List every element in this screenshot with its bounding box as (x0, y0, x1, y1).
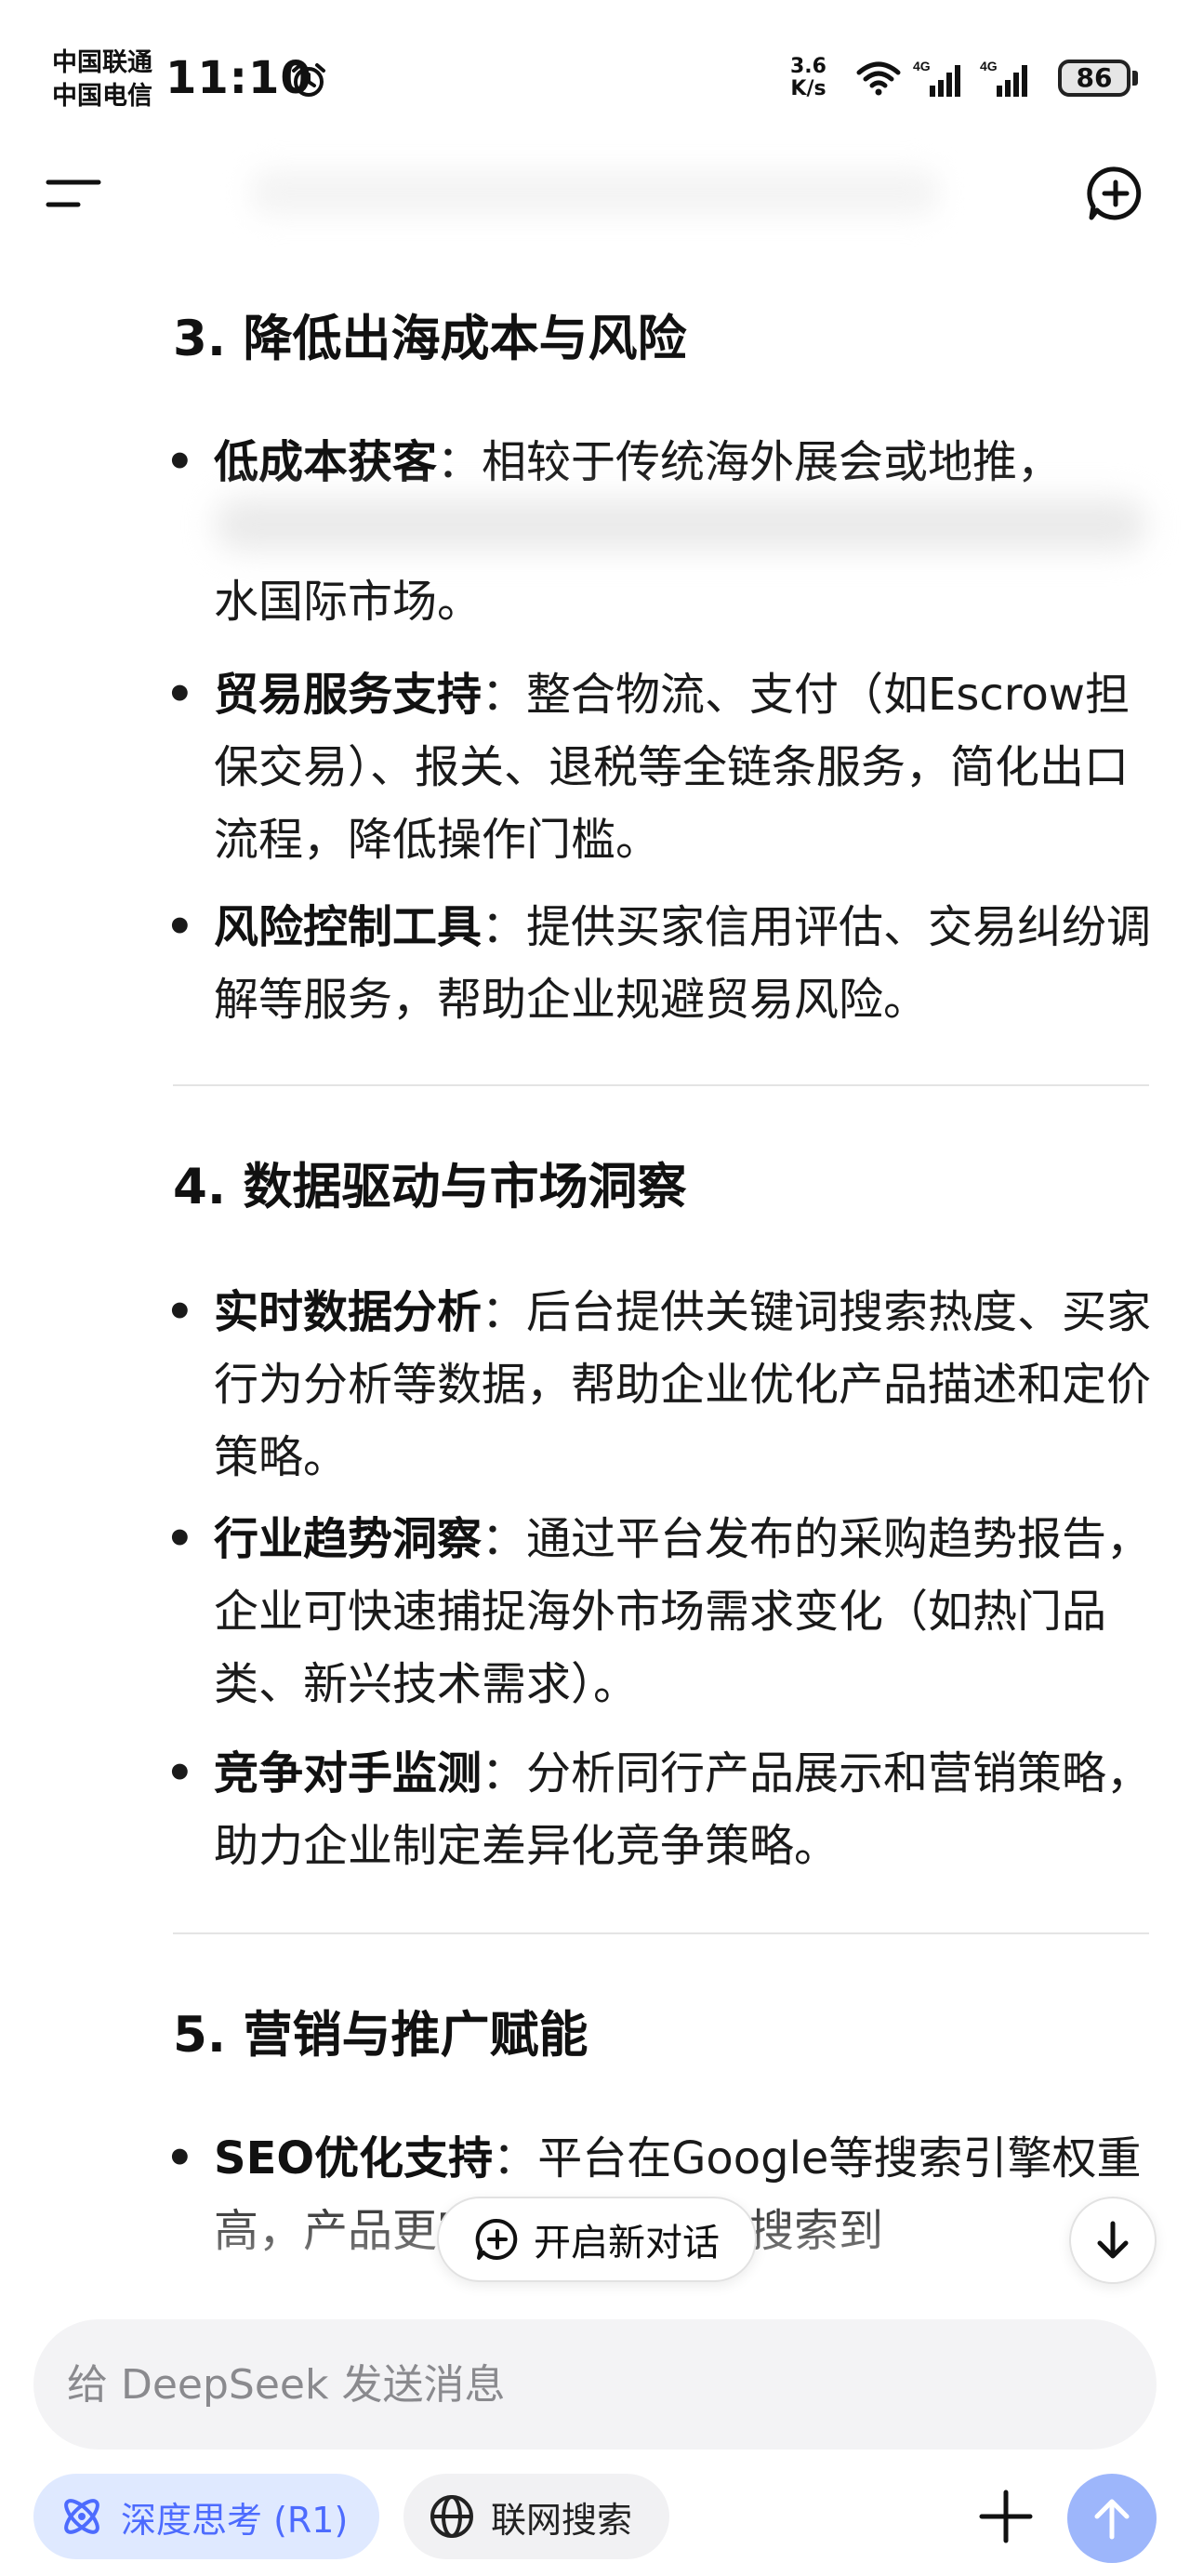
signal-icon: 4G (913, 59, 960, 97)
section-heading: 3. 降低出海成本与风险 (173, 311, 687, 367)
signal-2-label: 4G (980, 59, 998, 73)
blurred-text (216, 498, 1145, 551)
web-search-toggle[interactable]: 联网搜索 (403, 2474, 669, 2559)
list-item: • 行业趋势洞察：通过平台发布的采购趋势报告，企业可快速捕捉海外市场需求变化（如… (165, 1513, 1152, 1710)
list-item: • 实时数据分析：后台提供关键词搜索热度、买家行为分析等数据，帮助企业优化产品描… (165, 1286, 1152, 1483)
atom-icon (64, 2499, 99, 2534)
battery-indicator: 86 (1058, 60, 1130, 97)
message-input[interactable] (67, 2360, 1157, 2409)
list-item: • 贸易服务支持：整合物流、支付（如Escrow担保交易）、报关、退税等全链条服… (165, 669, 1130, 866)
arrow-down-icon (1097, 2221, 1129, 2259)
divider (173, 1932, 1149, 1934)
wifi-icon (856, 61, 901, 96)
battery-tip (1132, 71, 1138, 86)
menu-icon[interactable] (45, 173, 102, 214)
list-item: • 低成本获客：相较于传统海外展会或地推， (165, 436, 1063, 488)
signal-icon: 4G (980, 59, 1027, 97)
divider (173, 1084, 1149, 1086)
deep-think-toggle[interactable]: 深度思考 (R1) (33, 2474, 379, 2559)
deep-think-label: 深度思考 (R1) (121, 2499, 349, 2541)
carrier-names: 中国联通 中国电信 (52, 46, 152, 113)
net-speed: 3.6 K/s (790, 55, 826, 100)
new-chat-label: 开启新对话 (534, 2222, 720, 2264)
web-search-label: 联网搜索 (491, 2499, 633, 2541)
attach-button[interactable] (969, 2479, 1043, 2554)
blurred-title (251, 169, 939, 216)
new-chat-button[interactable]: 开启新对话 (437, 2197, 757, 2282)
list-item: • 竞争对手监测：分析同行产品展示和营销策略，助力企业制定差异化竞争策略。 (165, 1747, 1152, 1872)
new-chat-icon (475, 2218, 518, 2260)
status-bar: 中国联通 中国电信 11:10 3.6 K/s 4G 4G 86 (0, 0, 1190, 139)
plus-icon (979, 2490, 1033, 2543)
section-heading: 5. 营销与推广赋能 (173, 2007, 588, 2064)
globe-icon (430, 2495, 473, 2538)
new-chat-icon[interactable] (1086, 164, 1145, 223)
section-heading: 4. 数据驱动与市场洞察 (173, 1159, 687, 1215)
message-input-box[interactable] (33, 2319, 1157, 2450)
arrow-up-icon (1094, 2499, 1130, 2540)
alarm-icon (292, 63, 325, 97)
scroll-down-button[interactable] (1069, 2197, 1157, 2284)
carrier-2: 中国电信 (52, 82, 152, 111)
list-item-continuation: 水国际市场。 (214, 576, 483, 628)
carrier-1: 中国联通 (52, 48, 152, 77)
signal-1-label: 4G (913, 59, 931, 73)
send-button[interactable] (1067, 2474, 1157, 2563)
list-item: • 风险控制工具：提供买家信用评估、交易纠纷调解等服务，帮助企业规避贸易风险。 (165, 901, 1152, 1026)
